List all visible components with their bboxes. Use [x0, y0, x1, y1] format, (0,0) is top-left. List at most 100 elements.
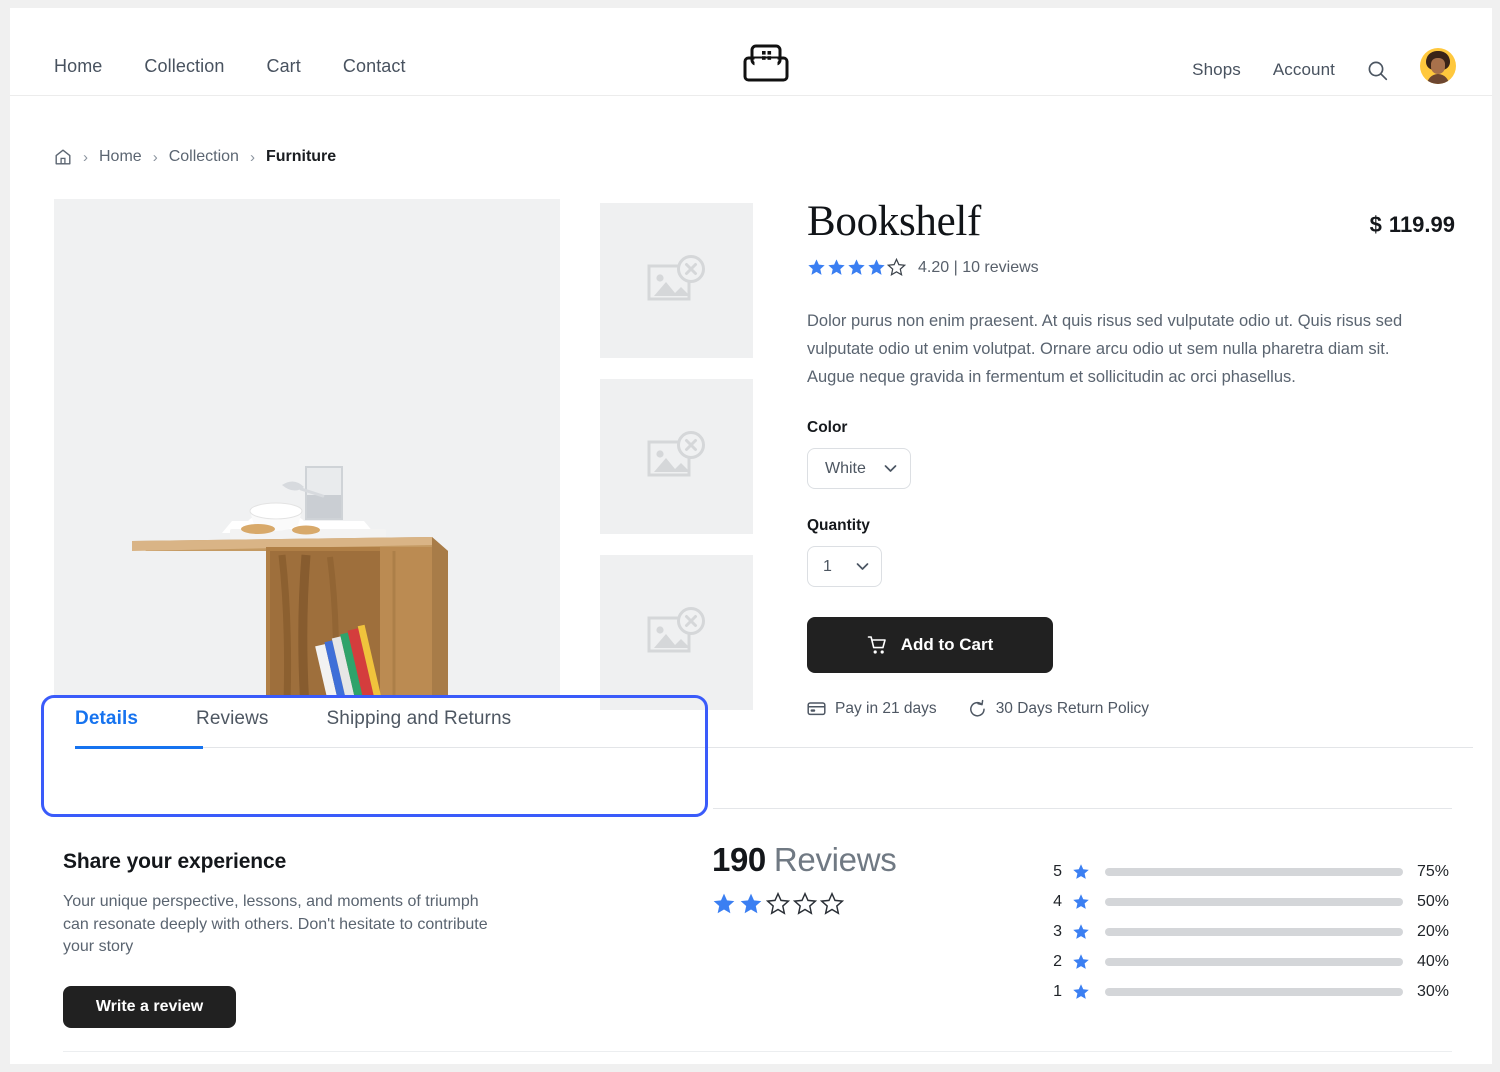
star-icon	[1072, 923, 1090, 941]
nav-item-account[interactable]: Account	[1273, 60, 1335, 80]
star-icon	[1072, 863, 1090, 881]
rating-bar-track[interactable]	[1105, 958, 1403, 966]
thumbnail-1[interactable]	[600, 203, 753, 358]
breadcrumb: › Home › Collection › Furniture	[54, 148, 336, 166]
chevron-down-icon	[854, 558, 871, 575]
sofa-logo-icon[interactable]	[741, 42, 791, 86]
rating-bar-percent: 40%	[1417, 953, 1450, 970]
rating-stars[interactable]	[807, 257, 907, 277]
nav-item-home[interactable]: Home	[54, 56, 102, 77]
product-hero-image[interactable]	[54, 199, 560, 697]
share-experience-panel: Share your experience Your unique perspe…	[63, 850, 503, 1029]
product-info: Bookshelf $119.99 4.20 | 10 reviews Dolo…	[807, 199, 1455, 718]
rating-bar-label: 2	[1053, 953, 1062, 970]
star-filled-1	[712, 892, 736, 916]
rating-bar-track[interactable]	[1105, 928, 1403, 936]
breadcrumb-separator-1: ›	[83, 148, 88, 166]
rating-bar-track[interactable]	[1105, 868, 1403, 876]
color-label: Color	[807, 419, 848, 437]
product-tabs: Details Reviews Shipping and Returns	[54, 708, 1473, 749]
rating-bar-row: 2 40%	[1049, 947, 1459, 977]
star-filled-2	[827, 258, 846, 277]
star-empty-5	[886, 257, 907, 277]
star-filled-4	[867, 258, 886, 277]
tab-details[interactable]: Details	[75, 708, 138, 747]
page-bottom-divider	[63, 1051, 1452, 1052]
thumbnail-3[interactable]	[600, 555, 753, 710]
quantity-select[interactable]: 1	[807, 546, 882, 588]
rating-bar-percent: 75%	[1417, 863, 1450, 880]
product-title: Bookshelf	[807, 198, 982, 245]
rating-bar-label: 3	[1053, 923, 1062, 940]
breadcrumb-item-home[interactable]: Home	[99, 148, 142, 166]
tab-list: Details Reviews Shipping and Returns	[54, 708, 1452, 747]
breadcrumb-separator-3: ›	[249, 148, 255, 166]
chevron-down-icon	[882, 460, 899, 477]
thumbnail-list	[600, 203, 753, 731]
broken-image-icon	[646, 430, 708, 484]
user-avatar[interactable]	[1420, 48, 1456, 84]
thumbnail-2[interactable]	[600, 379, 753, 534]
reviews-summary-stars[interactable]	[712, 891, 896, 916]
search-icon[interactable]	[1367, 60, 1388, 81]
reviews-count-row: 190 Reviews	[712, 841, 897, 879]
rating-bar-percent: 50%	[1417, 893, 1450, 910]
avatar-body	[1427, 74, 1449, 84]
reviews-count: 190	[712, 841, 766, 878]
star-filled-3	[847, 258, 866, 277]
product-rating: 4.20 | 10 reviews	[807, 257, 1455, 277]
add-to-cart-button[interactable]: Add to Cart	[807, 617, 1053, 674]
broken-image-icon	[646, 254, 708, 308]
color-selected-value: White	[825, 459, 866, 477]
star-empty-5	[819, 891, 845, 916]
star-filled-1	[807, 258, 826, 277]
quantity-label: Quantity	[807, 517, 870, 535]
active-tab-indicator	[75, 746, 203, 749]
rating-bar-percent: 20%	[1417, 923, 1450, 940]
rating-bar-label: 1	[1053, 983, 1062, 1000]
site-header: Home Collection Cart Contact Shops Accou…	[10, 8, 1492, 96]
nav-item-collection[interactable]: Collection	[144, 56, 224, 77]
rating-bar-track[interactable]	[1105, 988, 1403, 996]
price-value: 119.99	[1388, 212, 1455, 237]
star-icon	[1072, 893, 1090, 911]
rating-bar-row: 1 30%	[1049, 977, 1459, 1007]
shopping-cart-icon	[867, 635, 888, 656]
reviews-summary: 190 Reviews	[712, 841, 897, 916]
rating-bar-row: 4 50%	[1049, 887, 1459, 917]
tab-shipping-and-returns[interactable]: Shipping and Returns	[327, 708, 512, 747]
nav-item-shops[interactable]: Shops	[1192, 60, 1241, 80]
rating-bar-row: 3 20%	[1049, 917, 1459, 947]
tab-reviews[interactable]: Reviews	[196, 708, 269, 747]
tab-underline	[75, 746, 1473, 749]
color-select[interactable]: White	[807, 448, 911, 490]
breadcrumb-item-furniture[interactable]: Furniture	[266, 148, 336, 166]
star-empty-4	[792, 891, 818, 916]
product-description: Dolor purus non enim praesent. At quis r…	[807, 312, 1403, 386]
rating-bar-percent: 30%	[1417, 983, 1450, 1000]
title-price-row: Bookshelf $119.99	[807, 199, 1455, 244]
reviews-section-divider	[713, 808, 1452, 809]
primary-nav: Home Collection Cart Contact	[54, 56, 406, 77]
product-page: Home Collection Cart Contact Shops Accou…	[10, 8, 1492, 1064]
rating-bar-label: 5	[1053, 863, 1062, 880]
rating-bar-track[interactable]	[1105, 898, 1403, 906]
rating-summary-text: 4.20 | 10 reviews	[918, 258, 1039, 276]
nav-item-contact[interactable]: Contact	[343, 56, 406, 77]
nav-item-cart[interactable]: Cart	[266, 56, 300, 77]
home-icon[interactable]	[54, 148, 72, 166]
write-a-review-button[interactable]: Write a review	[63, 986, 236, 1029]
star-icon	[1072, 983, 1090, 1001]
share-experience-heading: Share your experience	[63, 850, 287, 873]
rating-bar-row: 5 75%	[1049, 857, 1459, 887]
star-icon	[1072, 953, 1090, 971]
add-to-cart-label: Add to Cart	[900, 635, 994, 655]
rating-distribution-chart: 5 75% 4 50% 3 20% 2 40% 1 30%	[1049, 857, 1459, 1007]
reviews-label: Reviews	[773, 841, 897, 878]
rating-bar-label: 4	[1053, 893, 1062, 910]
product-price: $119.99	[1370, 199, 1455, 238]
breadcrumb-item-collection[interactable]: Collection	[169, 148, 239, 166]
currency-symbol: $	[1369, 212, 1382, 237]
share-experience-body: Your unique perspective, lessons, and mo…	[63, 893, 488, 956]
star-filled-2	[739, 892, 763, 916]
